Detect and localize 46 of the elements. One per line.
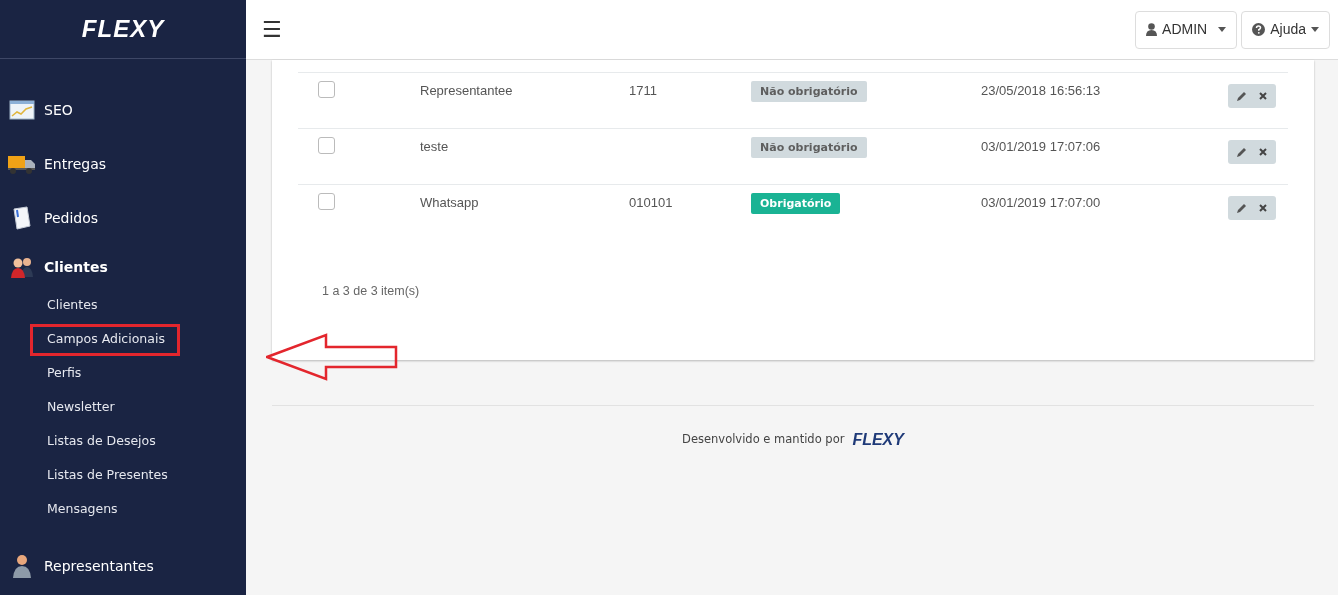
- footer-text: Desenvolvido e mantido por: [682, 431, 845, 449]
- table-cell: 1711: [629, 83, 657, 98]
- submenu-item[interactable]: Clientes: [30, 290, 113, 322]
- delete-icon[interactable]: [1259, 92, 1267, 100]
- sidebar-item-label[interactable]: Pedidos: [44, 207, 99, 229]
- pagination-info: 1 a 3 de 3 item(s): [322, 283, 420, 300]
- table-cell: Representantee: [420, 83, 513, 98]
- status-label: Obrigatório: [751, 193, 841, 214]
- table-cell: teste: [420, 139, 449, 154]
- table-cell: Whatsapp: [420, 195, 479, 210]
- footer-logo[interactable]: FLEXY: [852, 428, 904, 452]
- table-cell: 23/05/2018 16:56:13: [981, 83, 1101, 98]
- user-menu-button[interactable]: ADMIN: [1135, 10, 1238, 49]
- row-checkbox[interactable]: [318, 193, 335, 210]
- menu-icon[interactable]: ☰: [262, 13, 282, 46]
- sidebar-item-label[interactable]: Entregas: [44, 153, 107, 175]
- table-cell: 010101: [629, 195, 673, 210]
- submenu-item[interactable]: Mensagens: [30, 494, 133, 526]
- sidebar-item-label[interactable]: SEO: [44, 99, 73, 121]
- submenu-item[interactable]: Listas de Desejos: [30, 426, 171, 458]
- edit-icon[interactable]: [1237, 147, 1247, 157]
- truck-icon: [8, 153, 36, 175]
- sidebar-item-label[interactable]: Representantes: [44, 555, 154, 577]
- chart-window-icon: [8, 99, 36, 121]
- sidebar-item-label[interactable]: Clientes: [44, 256, 108, 278]
- delete-icon[interactable]: [1259, 204, 1267, 212]
- highlighted-submenu-item[interactable]: Campos Adicionais: [30, 324, 180, 356]
- edit-icon[interactable]: [1237, 203, 1247, 213]
- user-icon: [1146, 23, 1158, 36]
- people-icon: [8, 255, 36, 279]
- logo[interactable]: FLEXY: [81, 11, 165, 47]
- submenu-item[interactable]: Listas de Presentes: [30, 460, 183, 492]
- delete-icon[interactable]: [1259, 148, 1267, 156]
- status-label: Não obrigatório: [751, 81, 867, 102]
- row-checkbox[interactable]: [318, 81, 335, 98]
- help-menu-button[interactable]: Ajuda: [1241, 10, 1330, 49]
- submenu-item[interactable]: Perfis: [30, 358, 97, 390]
- submenu-item[interactable]: Newsletter: [30, 392, 130, 424]
- status-label: Não obrigatório: [751, 137, 867, 158]
- row-checkbox[interactable]: [318, 137, 335, 154]
- table-cell: 03/01/2019 17:07:06: [981, 139, 1101, 154]
- edit-icon[interactable]: [1237, 91, 1247, 101]
- help-icon: [1252, 23, 1266, 36]
- caret-icon: [1311, 27, 1319, 32]
- table-cell: 03/01/2019 17:07:00: [981, 195, 1101, 210]
- caret-icon: [1218, 27, 1227, 32]
